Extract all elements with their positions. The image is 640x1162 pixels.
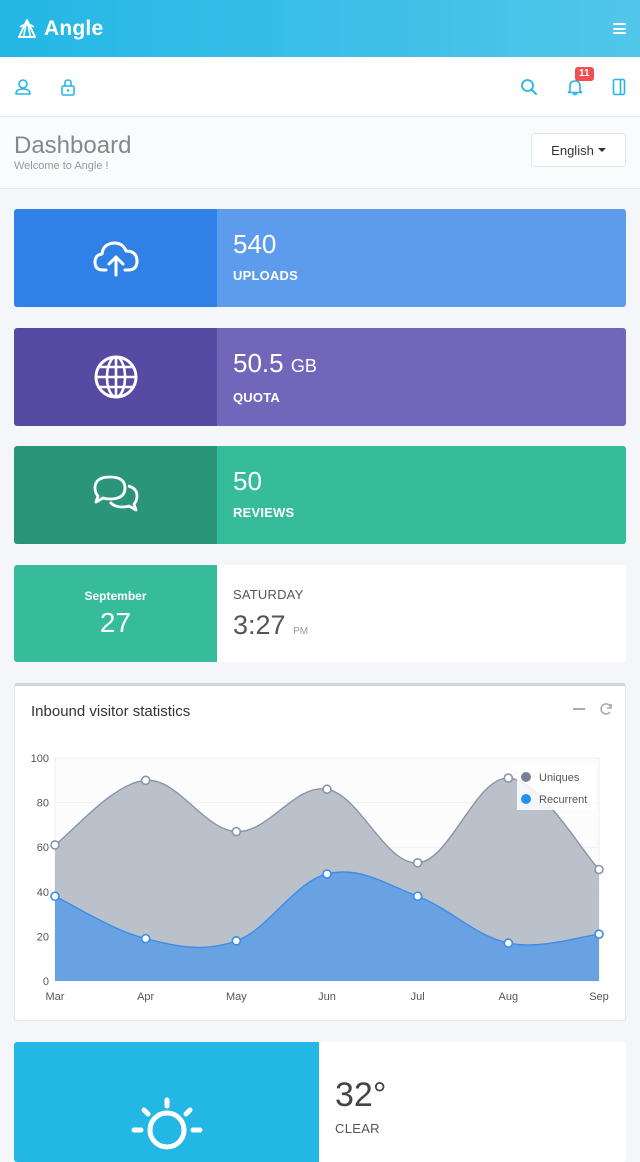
weather-card: 32° CLEAR: [14, 1042, 626, 1162]
date-day: 27: [99, 606, 132, 638]
quota-value-line: 50.5 GB: [233, 348, 610, 381]
x-tick-label: Apr: [137, 991, 154, 1003]
menu-toggle-icon[interactable]: [613, 23, 626, 34]
legend-marker: [521, 772, 531, 782]
top-navbar: Angle: [0, 0, 640, 57]
time-value: 3:27: [233, 610, 286, 640]
notification-count-badge: 11: [575, 66, 594, 81]
uploads-card: 540 UPLOADS: [14, 209, 626, 307]
date-weekday: SATURDAY: [233, 587, 304, 602]
refresh-icon[interactable]: [599, 702, 613, 716]
data-point: [594, 864, 604, 875]
legend-label: Recurrent: [539, 794, 587, 806]
visitor-statistics-panel: Inbound visitor statistics 0 20 40 60 80 100 M…: [14, 683, 626, 1021]
date-card: September 27 SATURDAY 3:27 PM: [14, 565, 626, 662]
reviews-label: REVIEWS: [233, 505, 295, 520]
data-point: [412, 891, 423, 902]
reviews-icon-area: [14, 446, 217, 544]
data-point: [594, 929, 604, 939]
angle-logo-icon: [18, 18, 36, 38]
clock-time: 3:27 PM: [233, 610, 610, 641]
y-tick-label: 20: [37, 931, 49, 943]
brand-logo[interactable]: Angle: [16, 17, 103, 41]
y-tick-label: 100: [31, 753, 49, 765]
time-ampm: PM: [293, 626, 309, 637]
globe-icon: [94, 355, 137, 399]
x-tick-label: Mar: [46, 991, 65, 1003]
data-point: [231, 826, 242, 837]
brand-name: Angle: [44, 16, 104, 40]
notifications-bell-icon[interactable]: 11: [566, 66, 594, 96]
x-tick-label: Jun: [318, 991, 336, 1003]
chat-bubbles-icon: [93, 475, 138, 512]
quota-card: 50.5 GB QUOTA: [14, 328, 626, 426]
cloud-upload-icon: [93, 241, 138, 277]
quota-label: QUOTA: [233, 390, 280, 405]
y-tick-label: 60: [37, 842, 49, 854]
x-tick-label: Sep: [589, 991, 609, 1003]
language-dropdown-button[interactable]: English: [531, 133, 626, 167]
quota-icon-area: [14, 328, 217, 426]
data-point: [322, 784, 332, 795]
offsidebar-toggle-icon[interactable]: [612, 78, 626, 96]
weather-temperature: 32°: [335, 1076, 387, 1114]
sun-icon: [131, 1097, 202, 1150]
visitor-area-chart: 0 20 40 60 80 100 Mar Apr May Jun Jul Aug Sep Uniques…: [31, 753, 609, 1003]
legend-marker: [521, 794, 531, 804]
data-point: [50, 891, 60, 902]
y-tick-label: 0: [43, 976, 49, 988]
data-point: [503, 773, 514, 783]
uploads-icon-area: [14, 209, 217, 307]
page-heading: Dashboard Welcome to Angle ! English: [0, 118, 640, 189]
lock-icon[interactable]: [60, 78, 76, 96]
panel-title: Inbound visitor statistics: [31, 703, 191, 720]
x-tick-label: Jul: [411, 991, 425, 1003]
reviews-value: 50: [233, 466, 262, 496]
x-tick-label: Aug: [499, 991, 519, 1003]
y-tick-label: 40: [37, 887, 49, 899]
data-point: [140, 775, 151, 786]
data-point: [50, 840, 60, 850]
reviews-card: 50 REVIEWS: [14, 446, 626, 544]
data-point: [412, 858, 423, 868]
y-tick-label: 80: [37, 798, 49, 810]
uploads-value: 540: [233, 229, 277, 259]
search-icon[interactable]: [520, 78, 538, 96]
collapse-icon[interactable]: [573, 708, 585, 710]
toolbar: 11: [0, 57, 640, 117]
data-point: [322, 869, 332, 879]
weather-condition: CLEAR: [335, 1121, 380, 1136]
quota-value: 50.5: [233, 348, 284, 378]
quota-unit: GB: [290, 356, 317, 376]
user-icon[interactable]: [14, 78, 32, 96]
data-point: [140, 933, 151, 944]
data-point: [503, 938, 514, 948]
x-tick-label: May: [226, 991, 247, 1003]
data-point: [231, 936, 242, 946]
language-label: English: [551, 142, 594, 158]
legend-label: Uniques: [539, 772, 580, 784]
caret-down-icon: [597, 148, 606, 152]
uploads-label: UPLOADS: [233, 268, 298, 283]
date-month: September: [84, 588, 147, 603]
